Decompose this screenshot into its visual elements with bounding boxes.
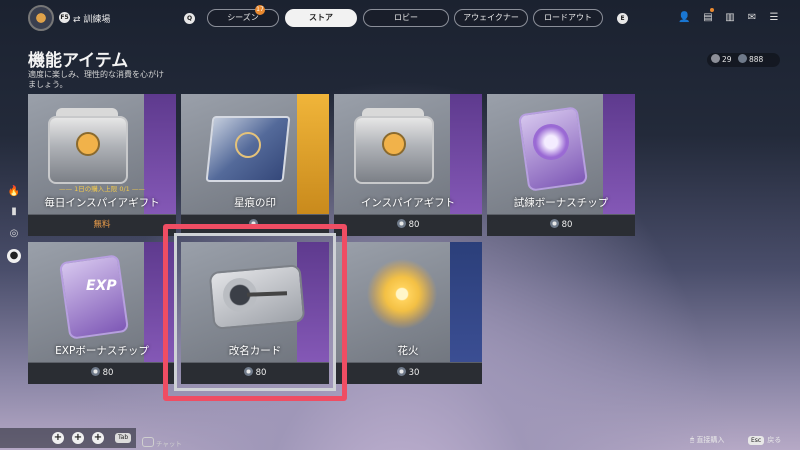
coin-icon xyxy=(396,367,406,376)
side-nav-card-icon[interactable]: ▮ xyxy=(5,203,23,221)
chip-icon xyxy=(58,254,130,340)
direct-purchase-label: 直接購入 xyxy=(696,436,725,444)
item-card-trial-bonus-chip[interactable]: 試練ボーナスチップ 80 xyxy=(487,94,635,236)
item-price-value: 30 xyxy=(408,368,420,378)
f5-key-hint: F5 xyxy=(59,12,70,23)
item-name: インスパイアギフト xyxy=(360,197,456,209)
page-subtitle: 適度に楽しみ、理性的な消費を心がけましょう。 xyxy=(28,70,164,89)
side-nav-bag-icon[interactable]: ● xyxy=(7,249,21,263)
chest-emblem-icon xyxy=(382,132,406,156)
next-tab-key-hint: E xyxy=(617,13,628,24)
back-label: 戻る xyxy=(767,436,782,444)
inventory-notification-dot xyxy=(710,8,714,12)
mode-switch-label[interactable]: ⇄ 訓練場 xyxy=(73,12,110,25)
chat-label: チャット xyxy=(156,440,182,448)
item-card-daily-inspire-gift[interactable]: —— 1日の購入上限 0/1 —— 毎日インスパイアギフト 無料 xyxy=(28,94,176,236)
item-price-value: 無料 xyxy=(93,220,111,230)
exp-badge: EXP xyxy=(86,278,117,294)
chat-button[interactable]: チャット xyxy=(142,437,182,448)
currency-display: 29 888 xyxy=(707,53,780,67)
star-mark-emblem-icon xyxy=(235,132,261,158)
coin-icon xyxy=(90,367,100,376)
item-price: 無料 xyxy=(28,215,176,236)
add-slot-2-button[interactable]: + xyxy=(72,432,84,444)
menu-icon[interactable]: ☰ xyxy=(768,12,780,24)
item-name: 試練ボーナスチップ xyxy=(513,197,609,209)
item-price: 80 xyxy=(28,363,176,384)
coin-icon xyxy=(549,219,559,228)
ranking-icon[interactable]: ▥ xyxy=(724,12,736,24)
tab-lobby[interactable]: ロビー xyxy=(363,9,449,27)
direct-purchase-button[interactable]: 🖱 直接購入 xyxy=(690,434,724,446)
purchase-limit-label: —— 1日の購入上限 0/1 —— xyxy=(59,185,145,193)
item-name: 毎日インスパイアギフト xyxy=(44,197,160,209)
firework-icon xyxy=(362,254,442,334)
prev-tab-key-hint: Q xyxy=(184,13,195,24)
currency-b-value: 888 xyxy=(748,55,764,64)
top-bar: F5 ⇄ 訓練場 Q シーズン 17 ストア ロビー アウェイクナー ロードアウ… xyxy=(0,0,800,36)
item-card-star-mark[interactable]: 星痕の印 xyxy=(181,94,329,236)
mouse-icon: 🖱 xyxy=(690,436,695,444)
back-button[interactable]: Esc 戻る xyxy=(748,434,781,446)
tab-awakener[interactable]: アウェイクナー xyxy=(454,9,528,27)
add-slot-3-button[interactable]: + xyxy=(92,432,104,444)
season-notification-badge: 17 xyxy=(255,5,265,15)
item-price-value: 80 xyxy=(561,220,573,230)
tab-store[interactable]: ストア xyxy=(285,9,357,27)
coin-icon xyxy=(396,219,406,228)
item-price: 80 xyxy=(487,215,635,236)
item-card-fireworks[interactable]: 花火 30 xyxy=(334,242,482,384)
add-slot-1-button[interactable]: + xyxy=(52,432,64,444)
tab-loadout[interactable]: ロードアウト xyxy=(533,9,603,27)
selection-inner-frame xyxy=(174,233,336,391)
item-name: EXPボーナスチップ xyxy=(55,345,149,357)
side-nav-target-icon[interactable]: ◎ xyxy=(5,225,23,243)
side-nav: 🔥 ▮ ◎ ● xyxy=(5,183,23,267)
enter-key-icon xyxy=(142,437,154,447)
item-price: 30 xyxy=(334,363,482,384)
chest-emblem-icon xyxy=(76,132,100,156)
tab-season[interactable]: シーズン xyxy=(207,9,279,27)
star-currency-icon xyxy=(711,54,720,63)
item-name: 花火 xyxy=(397,345,419,357)
item-price-value: 80 xyxy=(408,220,420,230)
profile-icon[interactable]: 👤 xyxy=(678,12,690,24)
tab-key-hint: Tab xyxy=(115,433,132,443)
esc-key-hint: Esc xyxy=(748,436,765,445)
game-logo-icon[interactable] xyxy=(28,5,54,31)
page-title: 機能アイテム xyxy=(28,51,129,71)
chip-core-icon xyxy=(533,124,569,160)
item-price: 80 xyxy=(334,215,482,236)
currency-a-value: 29 xyxy=(722,55,732,64)
mail-icon[interactable]: ✉ xyxy=(746,12,758,24)
item-price-value: 80 xyxy=(102,368,114,378)
coin-currency-icon xyxy=(737,54,747,63)
side-nav-fire-icon[interactable]: 🔥 xyxy=(5,183,23,201)
item-card-exp-bonus-chip[interactable]: EXP EXPボーナスチップ 80 xyxy=(28,242,176,384)
item-card-inspire-gift[interactable]: インスパイアギフト 80 xyxy=(334,94,482,236)
item-name: 星痕の印 xyxy=(234,197,276,209)
inventory-icon[interactable]: ▤ xyxy=(702,12,714,24)
